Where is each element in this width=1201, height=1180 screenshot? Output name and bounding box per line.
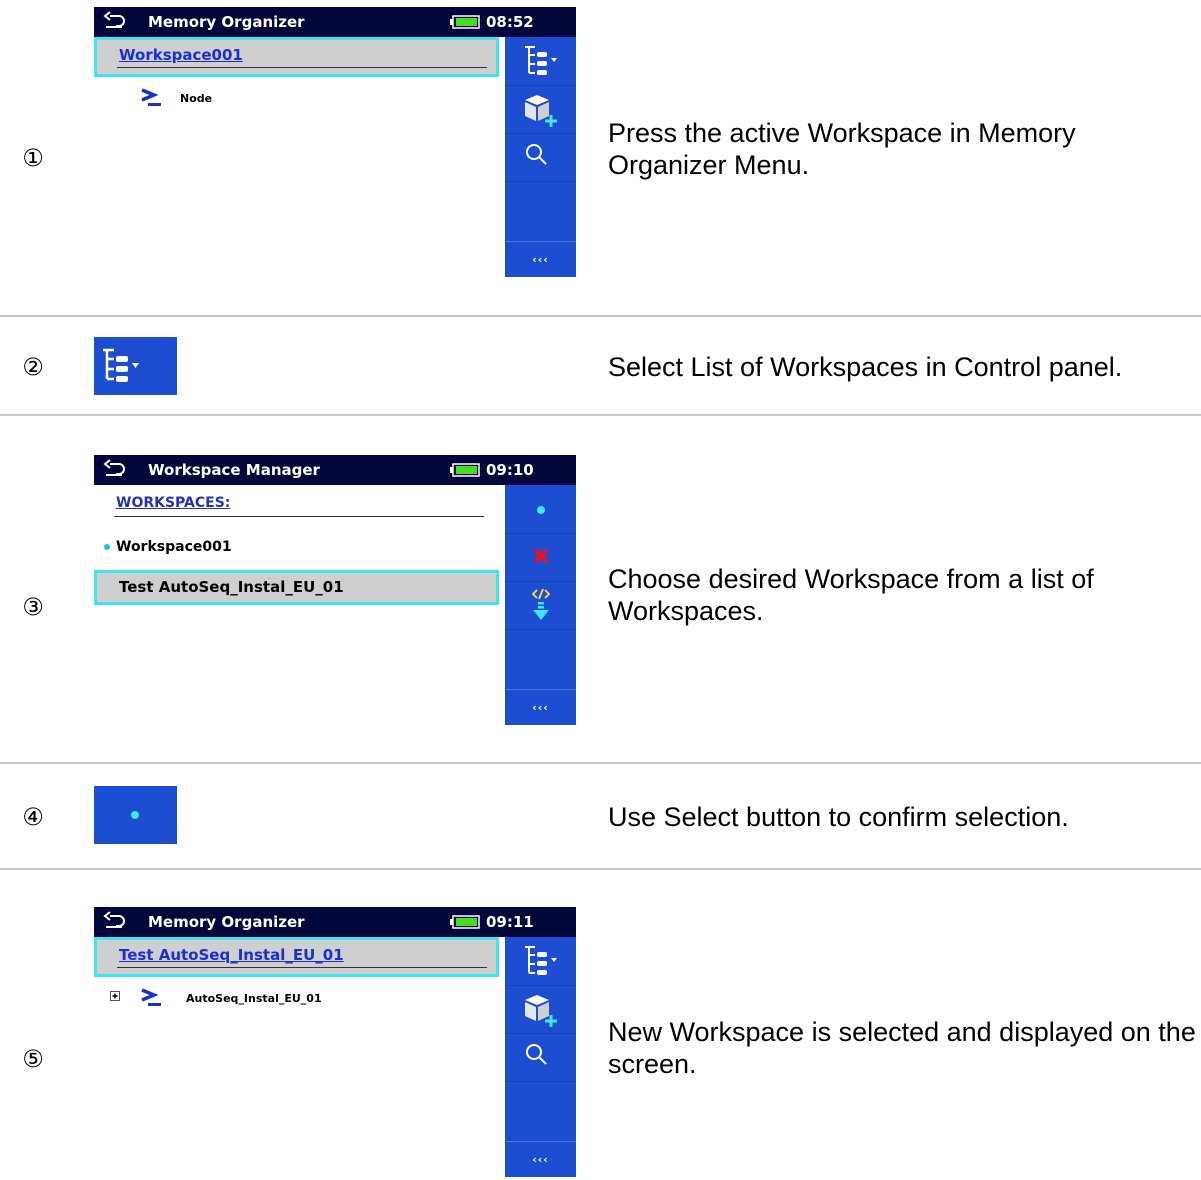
underline <box>114 516 484 517</box>
delete-x-icon <box>533 548 549 564</box>
workspace-list-button[interactable] <box>505 37 576 86</box>
workspace-manager-screen: Workspace Manager 09:10 WORKSPACES: Work… <box>94 455 576 725</box>
divider <box>0 315 1201 317</box>
workspace-item-active[interactable]: Workspace001 <box>104 539 232 555</box>
underline <box>117 967 487 968</box>
export-download-icon <box>531 588 551 620</box>
back-icon[interactable] <box>102 9 126 31</box>
step-description-3: Choose desired Workspace from a list of … <box>608 564 1094 626</box>
add-cube-icon <box>525 95 557 127</box>
active-workspace-name: Test AutoSeq_Instal_EU_01 <box>119 946 344 964</box>
step-number-4: ④ <box>22 803 44 831</box>
control-panel: ‹‹‹ <box>505 37 576 277</box>
add-node-button[interactable] <box>505 985 576 1034</box>
step-description-4: Use Select button to confirm selection. <box>608 802 1069 832</box>
select-dot-icon <box>131 811 139 819</box>
tree-node-label[interactable]: AutoSeq_Instal_EU_01 <box>186 992 322 1005</box>
workspaces-heading: WORKSPACES: <box>116 495 231 511</box>
step-description-5: New Workspace is selected and displayed … <box>608 1017 1196 1079</box>
workspace-list-icon <box>103 348 139 382</box>
node-chevron-icon <box>141 88 161 106</box>
active-workspace-name: Workspace001 <box>119 46 243 64</box>
screen-header: Memory Organizer 09:11 <box>94 907 576 937</box>
more-options-button[interactable]: ‹‹‹ <box>505 241 576 277</box>
battery-icon <box>450 915 480 929</box>
expand-icon[interactable] <box>110 991 120 1001</box>
search-icon <box>526 1044 547 1065</box>
clock-time: 08:52 <box>486 13 534 31</box>
screen-header: Memory Organizer 08:52 <box>94 7 576 37</box>
active-workspace-row[interactable]: Test AutoSeq_Instal_EU_01 <box>94 937 499 977</box>
more-options-button[interactable]: ‹‹‹ <box>505 689 576 725</box>
add-cube-icon <box>525 995 557 1027</box>
back-icon[interactable] <box>102 457 126 479</box>
step-number-1: ① <box>22 144 44 172</box>
screen-title: Memory Organizer <box>148 13 305 31</box>
workspace-list-button-large[interactable] <box>94 337 177 395</box>
clock-time: 09:11 <box>486 913 534 931</box>
workspace-list-button[interactable] <box>505 937 576 986</box>
step-description-1: Press the active Workspace in Memory Org… <box>608 118 1076 180</box>
divider <box>0 414 1201 416</box>
memory-organizer-screen: Memory Organizer 09:11 Test AutoSeq_Inst… <box>94 907 576 1177</box>
select-button[interactable] <box>505 485 576 534</box>
divider <box>0 762 1201 764</box>
step-number-3: ③ <box>22 593 44 621</box>
clock-time: 09:10 <box>486 461 534 479</box>
step-number-5: ⑤ <box>22 1045 44 1073</box>
select-dot-icon <box>537 506 545 514</box>
memory-organizer-screen: Memory Organizer 08:52 Workspace001 Node <box>94 7 576 277</box>
export-button[interactable] <box>505 581 576 630</box>
step-number-2: ② <box>22 353 44 381</box>
add-node-button[interactable] <box>505 85 576 134</box>
underline <box>117 67 487 68</box>
tree-node-label[interactable]: Node <box>180 92 212 105</box>
control-panel: ‹‹‹ <box>505 937 576 1177</box>
battery-icon <box>450 15 480 29</box>
workspace-item-label: Workspace001 <box>116 539 232 555</box>
workspace-item-selected[interactable]: Test AutoSeq_Instal_EU_01 <box>94 570 499 605</box>
workspace-item-label: Test AutoSeq_Instal_EU_01 <box>119 578 344 596</box>
workspace-list-icon <box>525 46 557 75</box>
screen-title: Memory Organizer <box>148 913 305 931</box>
search-button[interactable] <box>505 1033 576 1082</box>
active-workspace-row[interactable]: Workspace001 <box>94 37 499 77</box>
control-panel: ‹‹‹ <box>505 485 576 725</box>
search-icon <box>526 144 547 165</box>
more-options-button[interactable]: ‹‹‹ <box>505 1141 576 1177</box>
divider <box>0 868 1201 870</box>
back-icon[interactable] <box>102 909 126 931</box>
screen-title: Workspace Manager <box>148 461 320 479</box>
search-button[interactable] <box>505 133 576 182</box>
node-chevron-icon <box>141 988 161 1006</box>
workspace-list-icon <box>525 946 557 975</box>
screen-header: Workspace Manager 09:10 <box>94 455 576 485</box>
delete-button[interactable] <box>505 533 576 582</box>
active-dot-icon <box>104 544 110 550</box>
step-description-2: Select List of Workspaces in Control pan… <box>608 352 1123 382</box>
battery-icon <box>450 463 480 477</box>
select-button-large[interactable] <box>94 786 177 844</box>
